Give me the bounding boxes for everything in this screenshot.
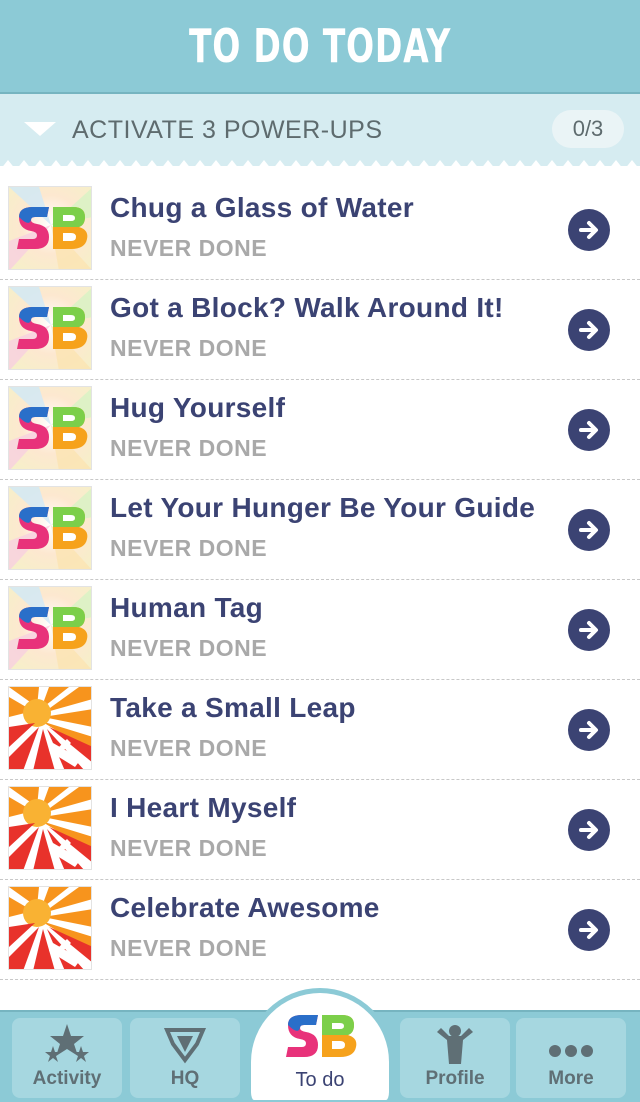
arrow-right-icon[interactable] [568, 509, 610, 551]
item-title: I Heart Myself [110, 792, 297, 823]
sb-logo-icon [8, 386, 92, 470]
list-item[interactable]: Take a Small Leap NEVER DONE [0, 680, 640, 780]
person-icon [437, 1025, 473, 1064]
tab-label: More [548, 1068, 594, 1089]
arrow-right-icon[interactable] [568, 809, 610, 851]
item-status: NEVER DONE [110, 935, 268, 961]
arrow-right-icon[interactable] [568, 609, 610, 651]
item-title: Hug Yourself [110, 392, 286, 423]
item-status: NEVER DONE [110, 635, 268, 661]
tab-label: Activity [32, 1068, 102, 1089]
dots-icon [549, 1045, 593, 1057]
item-status: NEVER DONE [110, 835, 268, 861]
list-item[interactable]: I Heart Myself NEVER DONE [0, 780, 640, 880]
item-status: NEVER DONE [110, 535, 268, 561]
tab-label: To do [295, 1069, 345, 1091]
arrow-right-icon[interactable] [568, 709, 610, 751]
bottom-tab-bar: Activity HQ To do Profile More [0, 988, 640, 1102]
tab-activity[interactable]: Activity [12, 1018, 122, 1098]
sb-logo-icon [8, 186, 92, 270]
item-title: Got a Block? Walk Around It! [110, 292, 504, 323]
item-title: Take a Small Leap [110, 692, 356, 723]
zigzag-divider [0, 160, 640, 170]
item-title: Human Tag [110, 592, 264, 623]
emblem-icon [163, 1028, 207, 1064]
item-status: NEVER DONE [110, 435, 268, 461]
item-title: Let Your Hunger Be Your Guide [110, 492, 536, 523]
tab-to-do[interactable]: To do [246, 988, 394, 1100]
item-status: NEVER DONE [110, 235, 268, 261]
tab-hq[interactable]: HQ [130, 1018, 240, 1098]
collapse-triangle-icon[interactable] [24, 122, 56, 136]
list-item[interactable]: Human Tag NEVER DONE [0, 580, 640, 680]
sb-logo-icon [8, 586, 92, 670]
tab-label: Profile [425, 1068, 485, 1089]
list-item[interactable]: Celebrate Awesome NEVER DONE [0, 880, 640, 980]
sunburst-flag-icon [8, 886, 92, 970]
page-title: TO DO TODAY [188, 19, 452, 73]
item-status: NEVER DONE [110, 335, 268, 361]
tab-more[interactable]: More [516, 1018, 626, 1098]
item-title: Chug a Glass of Water [110, 192, 414, 223]
stars-icon [45, 1024, 89, 1062]
arrow-right-icon[interactable] [568, 309, 610, 351]
item-title: Celebrate Awesome [110, 892, 380, 923]
tab-profile[interactable]: Profile [400, 1018, 510, 1098]
section-label: ACTIVATE 3 POWER-UPS [72, 116, 383, 144]
list-item[interactable]: Got a Block? Walk Around It! NEVER DONE [0, 280, 640, 380]
sb-logo-icon [8, 286, 92, 370]
progress-count-badge: 0/3 [552, 110, 624, 148]
sb-logo-icon [286, 1015, 357, 1057]
list-item[interactable]: Let Your Hunger Be Your Guide NEVER DONE [0, 480, 640, 580]
sunburst-flag-icon [8, 786, 92, 870]
arrow-right-icon[interactable] [568, 909, 610, 951]
arrow-right-icon[interactable] [568, 409, 610, 451]
tab-label: HQ [170, 1068, 200, 1089]
item-status: NEVER DONE [110, 735, 268, 761]
list-item[interactable]: Chug a Glass of Water NEVER DONE [0, 180, 640, 280]
list-item[interactable]: Hug Yourself NEVER DONE [0, 380, 640, 480]
header-bar: TO DO TODAY [0, 0, 640, 94]
arrow-right-icon[interactable] [568, 209, 610, 251]
powerup-list: Chug a Glass of Water NEVER DONE Got a B… [0, 180, 640, 980]
sunburst-flag-icon [8, 686, 92, 770]
sb-logo-icon [8, 486, 92, 570]
